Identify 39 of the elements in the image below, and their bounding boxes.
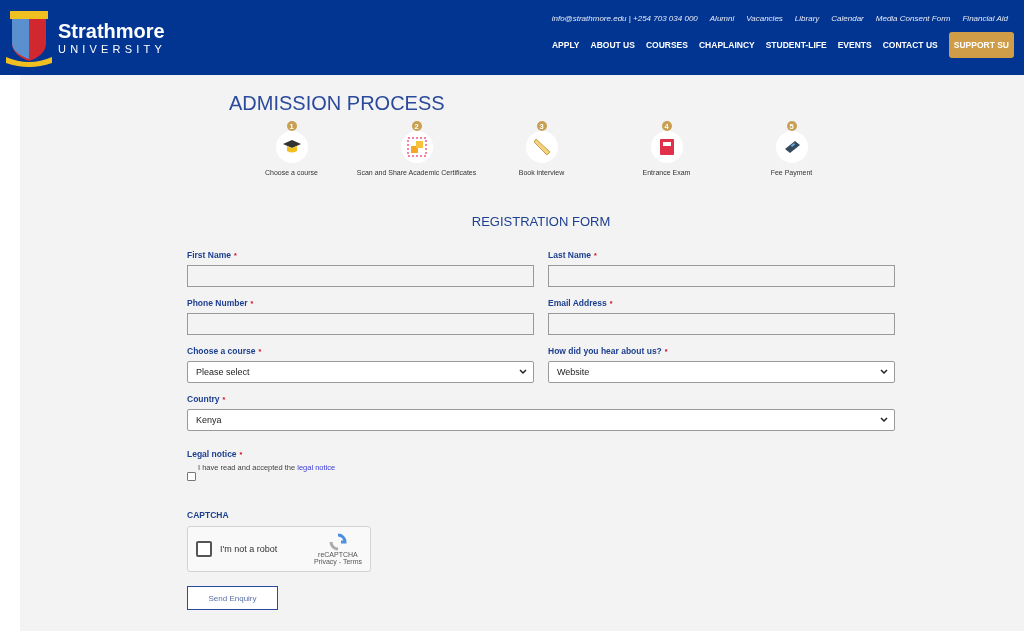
top-link[interactable]: Financial Aid <box>962 14 1008 23</box>
recaptcha-icon <box>328 533 347 551</box>
top-link[interactable]: Media Consent Form <box>875 14 951 23</box>
logo-name: Strathmore <box>58 19 166 42</box>
select-field[interactable]: Website <box>548 361 895 383</box>
nav-link[interactable]: CHAPLAINCY <box>698 40 755 50</box>
ruler-icon <box>532 138 551 156</box>
select-field[interactable]: Kenya <box>187 409 895 431</box>
graduation-cap-icon <box>281 139 302 155</box>
certificate-icon <box>406 137 427 157</box>
top-link[interactable]: Alumni <box>709 14 735 23</box>
logo-subtitle: UNIVERSITY <box>58 41 166 56</box>
page-title: ADMISSION PROCESS <box>229 92 446 115</box>
captcha-checkbox[interactable] <box>196 541 212 557</box>
nav-link[interactable]: STUDENT-LIFE <box>765 40 827 50</box>
form-title: REGISTRATION FORM <box>470 214 612 229</box>
book-icon <box>658 138 675 156</box>
send-button[interactable]: Send Enquiry <box>187 586 278 610</box>
chevron-down-icon <box>519 369 527 375</box>
captcha-text: I'm not a robot <box>220 544 279 554</box>
chevron-down-icon <box>880 369 888 375</box>
checkbox[interactable] <box>187 472 196 481</box>
top-link[interactable]: Calendar <box>831 14 864 23</box>
nav-link[interactable]: EVENTS <box>837 40 872 50</box>
nav-link[interactable]: CONTACT US <box>882 40 938 50</box>
chevron-down-icon <box>880 417 888 423</box>
select-field[interactable]: Please select <box>187 361 534 383</box>
nav-link[interactable]: COURSES <box>645 40 688 50</box>
nav-link[interactable]: APPLY <box>551 40 580 50</box>
field-label: CAPTCHA <box>187 510 229 520</box>
nav-link[interactable]: ABOUT US <box>590 40 635 50</box>
input-field[interactable] <box>548 265 895 287</box>
input-field[interactable] <box>187 313 534 335</box>
crest-logo <box>6 8 52 67</box>
top-link[interactable]: info@strathmore.edu | +254 703 034 000 <box>551 14 698 23</box>
input-field[interactable] <box>187 265 534 287</box>
top-link[interactable]: Library <box>794 14 820 23</box>
input-field[interactable] <box>548 313 895 335</box>
top-link[interactable]: Vacancies <box>746 14 783 23</box>
